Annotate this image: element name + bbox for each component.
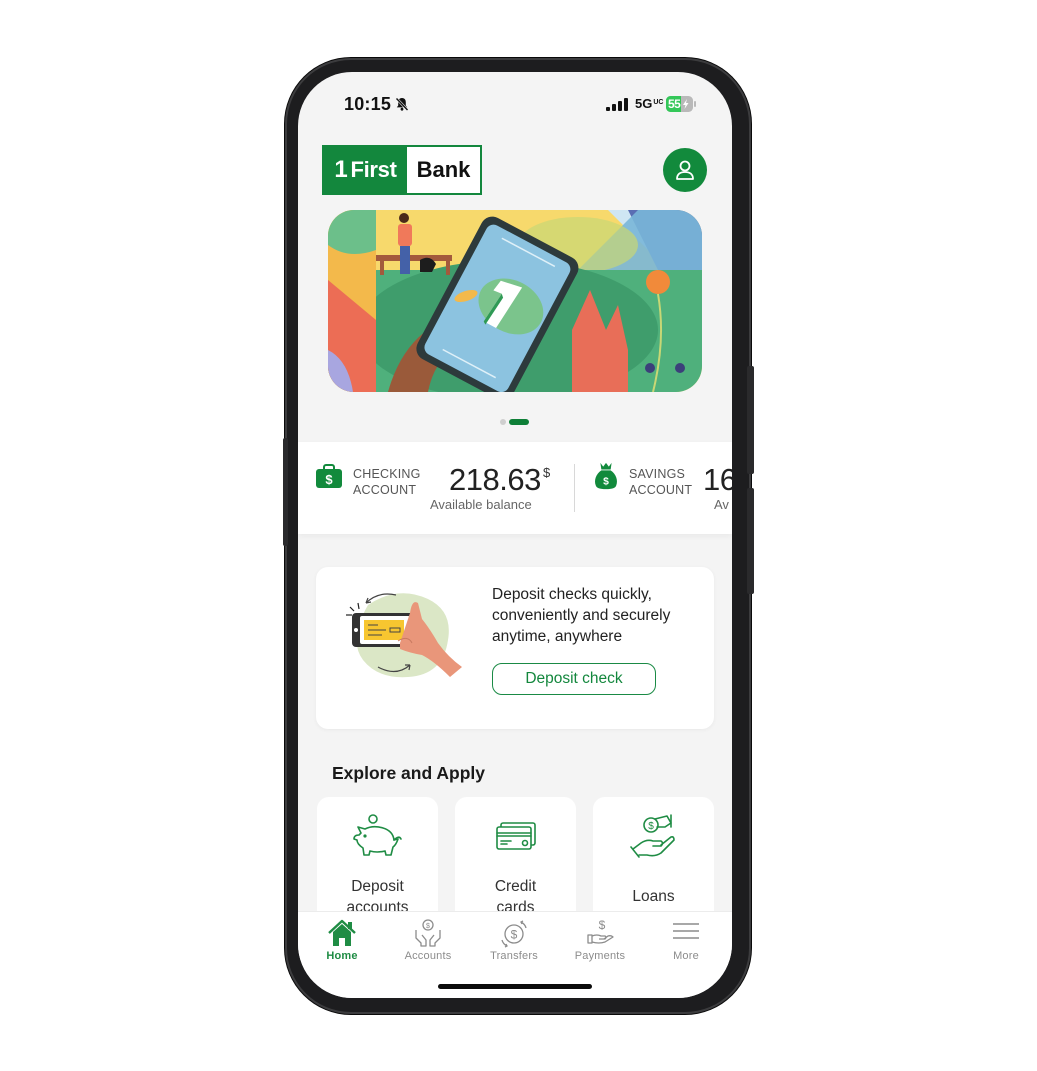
volume-up-button	[747, 366, 754, 474]
user-icon	[676, 160, 694, 180]
money-bag-icon: $	[595, 462, 617, 490]
bell-slash-icon	[395, 97, 409, 111]
checking-balance-label: Available balance	[430, 497, 532, 512]
battery-level: 55	[668, 97, 681, 111]
transfers-icon: $	[501, 920, 527, 948]
network-sub-label: UC	[653, 99, 664, 106]
svg-text:$: $	[511, 928, 518, 942]
hand-coin-icon: $	[630, 814, 675, 858]
first-bank-logo: 1 First Bank	[322, 145, 482, 195]
svg-text:$: $	[325, 472, 333, 487]
tile-loans[interactable]: $ Loans	[593, 797, 714, 927]
profile-button[interactable]	[663, 148, 707, 192]
logo-bank: Bank	[416, 157, 471, 182]
banner-illustration	[328, 210, 702, 392]
nav-home[interactable]: Home	[299, 918, 385, 970]
status-time: 10:15	[344, 94, 392, 114]
savings-account-summary[interactable]: $ SAVINGS ACCOUNT 16 Av	[575, 442, 732, 534]
savings-balance: 16	[703, 462, 732, 497]
accounts-icon: $	[415, 919, 441, 947]
tile-label-line1: Loans	[632, 888, 675, 905]
nav-label-payments: Payments	[574, 950, 626, 962]
payments-icon: $	[587, 918, 614, 944]
savings-balance-label: Av	[714, 497, 729, 512]
carousel-dot-2[interactable]	[509, 419, 529, 425]
nav-accounts[interactable]: $ Accounts	[385, 918, 471, 970]
cellular-signal-icon	[606, 98, 628, 111]
promo-banner[interactable]	[328, 210, 702, 392]
explore-section-title: Explore and Apply	[332, 763, 485, 783]
side-button	[283, 438, 288, 546]
savings-name-line2: ACCOUNT	[629, 483, 693, 497]
nav-payments[interactable]: $ Payments	[557, 918, 643, 970]
checking-name-line1: CHECKING	[353, 467, 421, 481]
nav-label-more: More	[673, 950, 699, 962]
bottom-navigation: Home $ Accounts $ Transfers $ Payments M…	[298, 911, 732, 998]
volume-down-button	[747, 488, 754, 594]
carousel-dot-1[interactable]	[500, 419, 506, 425]
checking-account-summary[interactable]: $ CHECKING ACCOUNT 218.63 $ Available ba…	[298, 442, 574, 534]
svg-text:$: $	[426, 923, 430, 930]
network-label: 5G	[635, 96, 653, 111]
deposit-check-card: Deposit checks quickly, conveniently and…	[316, 567, 714, 729]
deposit-check-button[interactable]: Deposit check	[492, 663, 656, 695]
status-bar: 10:15 5GUC 55	[298, 72, 732, 132]
nav-label-home: Home	[326, 950, 358, 962]
home-indicator[interactable]	[438, 984, 592, 989]
logo-first: First	[350, 157, 397, 182]
tile-label-line1: Deposit	[351, 878, 404, 895]
mobile-deposit-illustration	[346, 593, 462, 678]
svg-text:$: $	[648, 821, 654, 832]
tile-label-line1: Credit	[494, 878, 537, 895]
logo-green-part: 1 First	[324, 147, 407, 193]
checking-name-line2: ACCOUNT	[353, 483, 417, 497]
menu-icon	[673, 923, 699, 939]
home-icon	[328, 919, 356, 946]
svg-text:$: $	[599, 918, 606, 932]
nav-more[interactable]: More	[643, 918, 729, 970]
checking-balance: 218.63	[449, 462, 541, 497]
credit-card-icon	[496, 822, 536, 850]
nav-transfers[interactable]: $ Transfers	[471, 918, 557, 970]
deposit-card-description: Deposit checks quickly, conveniently and…	[492, 586, 671, 645]
phone-screen: 10:15 5GUC 55 1 First Bank $ CHECKING AC…	[298, 72, 732, 998]
nav-label-transfers: Transfers	[490, 950, 538, 962]
briefcase-dollar-icon: $	[316, 464, 342, 488]
tile-credit-cards[interactable]: Credit cards	[455, 797, 576, 927]
network-type: 5GUC	[635, 96, 663, 111]
nav-label-accounts: Accounts	[404, 950, 452, 962]
svg-text:$: $	[603, 476, 609, 487]
checking-currency: $	[543, 465, 551, 480]
tile-deposit-accounts[interactable]: Deposit accounts	[317, 797, 438, 927]
savings-name-line1: SAVINGS	[629, 467, 686, 481]
carousel-indicator[interactable]	[500, 419, 529, 425]
piggy-bank-icon	[353, 814, 402, 856]
logo-digit: 1	[334, 156, 348, 183]
accounts-strip[interactable]: $ CHECKING ACCOUNT 218.63 $ Available ba…	[298, 442, 732, 534]
